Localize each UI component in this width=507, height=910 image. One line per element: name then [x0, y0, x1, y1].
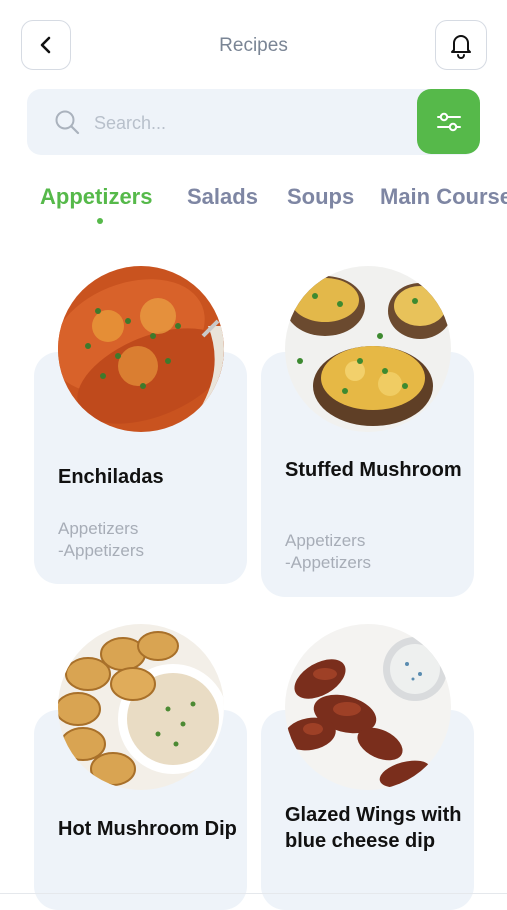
tab-soups[interactable]: Soups [287, 184, 354, 210]
recipe-title: Hot Mushroom Dip [58, 818, 237, 840]
sliders-icon [436, 112, 461, 131]
recipe-image-glazed-wings[interactable] [285, 624, 451, 790]
recipe-title: Glazed Wings with blue cheese dip [285, 804, 462, 852]
recipe-category: Appetizers [58, 519, 139, 538]
app-header: Recipes [0, 0, 507, 92]
notifications-button[interactable] [435, 20, 487, 70]
recipe-image-hot-mushroom-dip[interactable] [58, 624, 224, 790]
bell-icon [451, 35, 471, 59]
recipe-title: Stuffed Mushroom [285, 459, 462, 481]
recipe-title: Enchiladas [58, 466, 164, 488]
tab-main-course[interactable]: Main Course [380, 184, 507, 210]
page-title: Recipes [219, 35, 288, 56]
tab-appetizers[interactable]: Appetizers [40, 184, 152, 210]
filter-button[interactable] [417, 89, 480, 154]
recipe-image-enchiladas[interactable] [58, 266, 224, 432]
search-input[interactable] [92, 89, 426, 157]
search-bar [27, 89, 479, 157]
tab-salads[interactable]: Salads [187, 184, 258, 210]
recipe-image-stuffed-mushroom[interactable] [285, 266, 451, 432]
recipe-category: Appetizers [285, 531, 366, 550]
recipe-subcategory: -Appetizers [58, 541, 144, 560]
divider [0, 893, 507, 894]
recipe-subcategory: -Appetizers [285, 553, 371, 572]
category-tabs: Appetizers Salads Soups Main Course [0, 176, 507, 226]
active-tab-indicator [97, 218, 103, 224]
search-icon [55, 110, 80, 135]
